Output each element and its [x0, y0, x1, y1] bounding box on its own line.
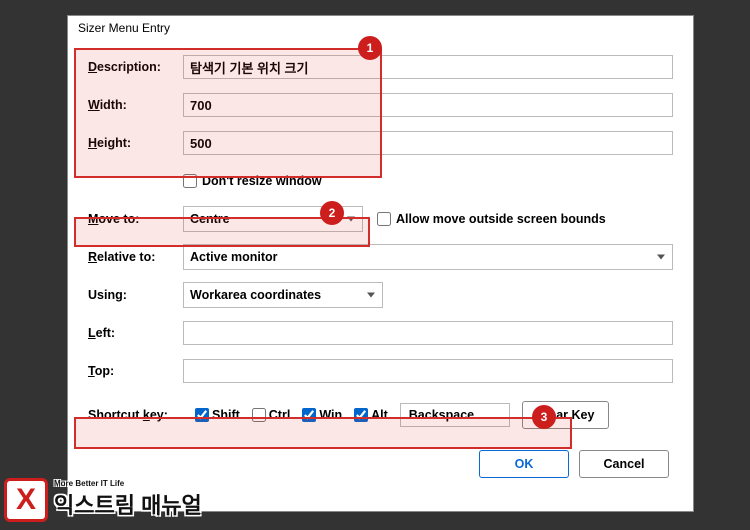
ok-button[interactable]: OK — [479, 450, 569, 478]
dont-resize-checkbox[interactable]: Don't resize window — [183, 174, 322, 188]
moveto-select[interactable]: Centre — [183, 206, 363, 232]
top-label: Top: — [88, 364, 183, 378]
dialog-window: Sizer Menu Entry DDescription:escription… — [67, 15, 694, 512]
watermark-logo: X More Better IT Life 익스트림 매뉴얼 — [4, 478, 202, 522]
allow-outside-label: Allow move outside screen bounds — [396, 212, 606, 226]
left-input[interactable] — [183, 321, 673, 345]
alt-checkbox[interactable]: Alt — [354, 408, 388, 422]
relative-select[interactable]: Active monitor — [183, 244, 673, 270]
window-title: Sizer Menu Entry — [78, 21, 170, 35]
logo-icon: X — [4, 478, 48, 522]
dont-resize-label: Don't resize window — [202, 174, 322, 188]
win-checkbox[interactable]: Win — [302, 408, 342, 422]
height-input[interactable] — [183, 131, 673, 155]
width-label: Width: — [88, 98, 183, 112]
key-input[interactable] — [400, 403, 510, 427]
top-input[interactable] — [183, 359, 673, 383]
shift-checkbox[interactable]: Shift — [195, 408, 240, 422]
moveto-label: Move to: — [88, 212, 183, 226]
ctrl-checkbox[interactable]: Ctrl — [252, 408, 291, 422]
description-input[interactable] — [183, 55, 673, 79]
height-label: Height: — [88, 136, 183, 150]
dialog-content: DDescription:escription: Width: Height: … — [68, 40, 693, 490]
width-input[interactable] — [183, 93, 673, 117]
shortcut-label: Shortcut key: — [88, 408, 183, 422]
cancel-button[interactable]: Cancel — [579, 450, 669, 478]
using-label: Using: — [88, 288, 183, 302]
description-label: DDescription:escription: — [88, 60, 183, 74]
using-select[interactable]: Workarea coordinates — [183, 282, 383, 308]
allow-outside-checkbox[interactable]: Allow move outside screen bounds — [377, 212, 606, 226]
titlebar: Sizer Menu Entry — [68, 16, 693, 40]
logo-text: 익스트림 매뉴얼 — [54, 488, 202, 520]
logo-subtext: More Better IT Life — [54, 479, 202, 488]
left-label: Left: — [88, 326, 183, 340]
clear-key-button[interactable]: Clear Key — [522, 401, 610, 429]
relative-label: Relative to: — [88, 250, 183, 264]
